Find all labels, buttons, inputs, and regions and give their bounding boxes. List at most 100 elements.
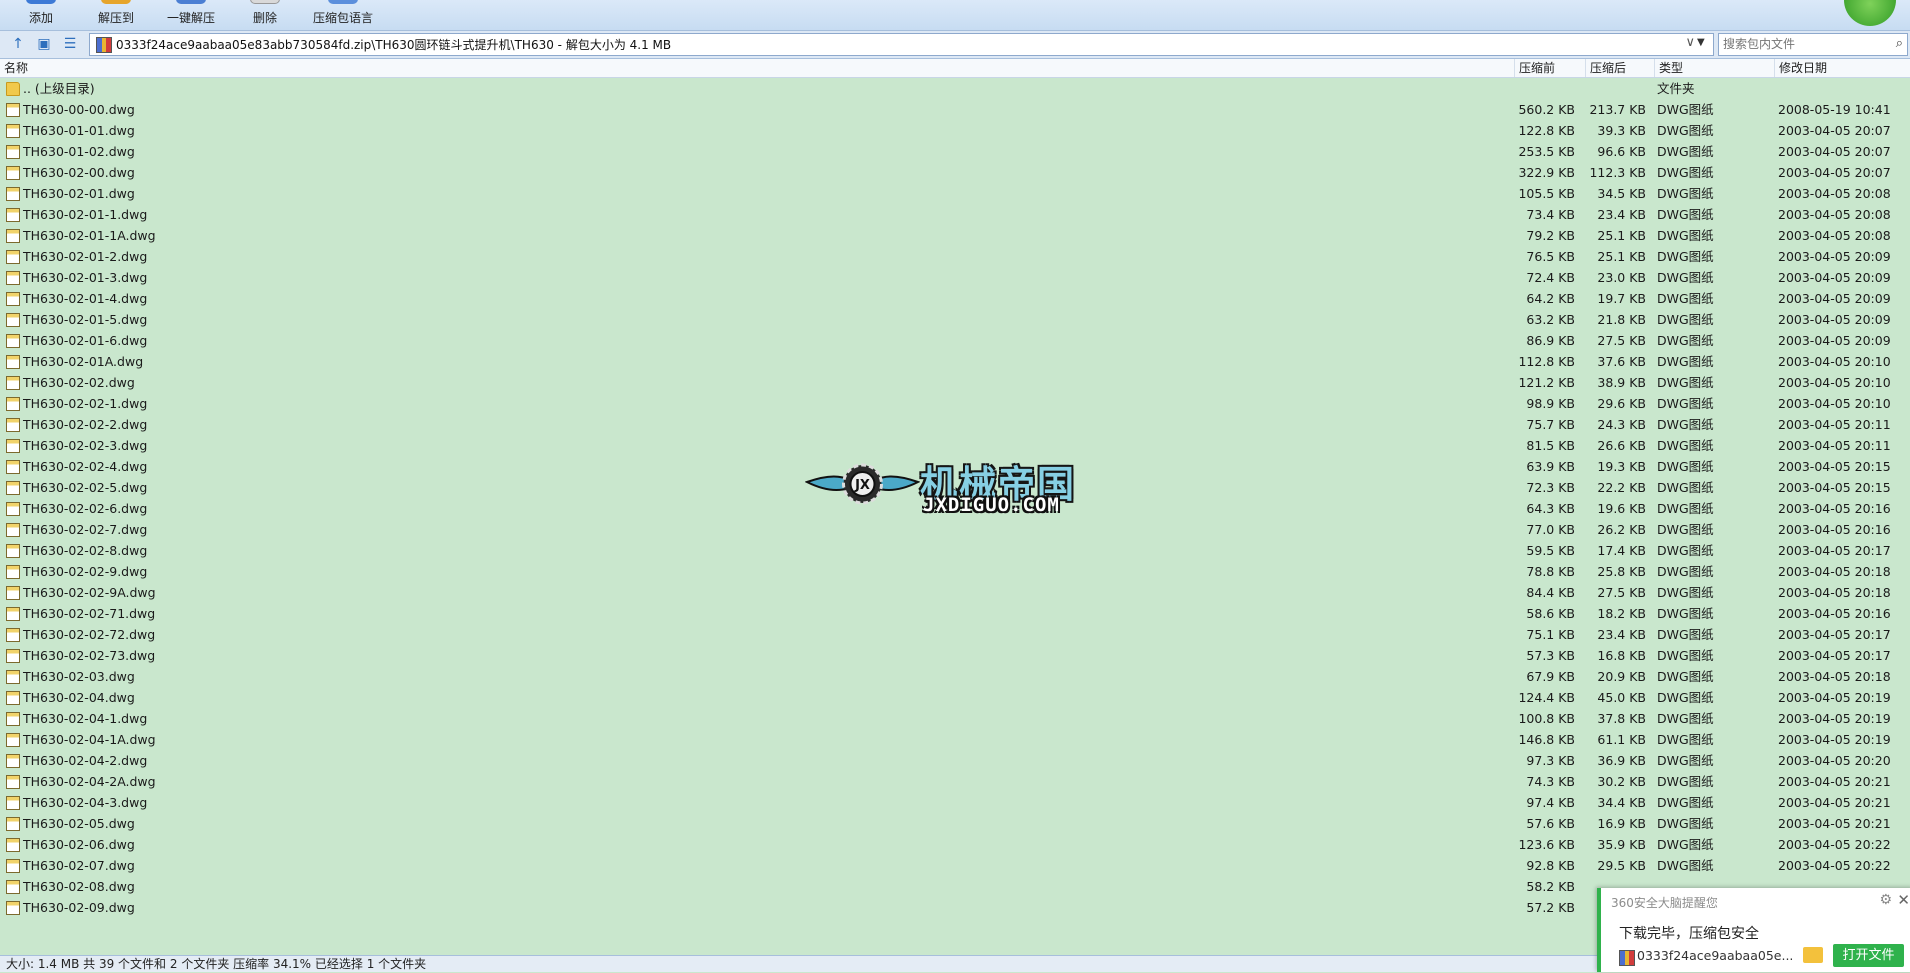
file-row[interactable]: TH630-00-00.dwg 560.2 KB 213.7 KB DWG图纸 2008… — [0, 99, 1910, 120]
open-file-button[interactable]: 打开文件 — [1833, 944, 1904, 967]
file-compressed-size: 27.5 KB — [1597, 585, 1646, 600]
file-modified: 2003-04-05 20:22 — [1778, 858, 1891, 873]
dwg-file-icon — [6, 544, 20, 558]
thumbnail-view-icon[interactable]: ▣ — [34, 34, 54, 54]
file-type: DWG图纸 — [1657, 417, 1714, 432]
archive-language-button[interactable]: 压缩包语言 — [303, 0, 383, 30]
file-row[interactable]: TH630-02-01-1.dwg 73.4 KB 23.4 KB DWG图纸 2003… — [0, 204, 1910, 225]
file-row[interactable]: TH630-02-04-3.dwg 97.4 KB 34.4 KB DWG图纸 2003… — [0, 792, 1910, 813]
one-click-extract-button[interactable]: 一键解压 — [153, 0, 229, 30]
file-row[interactable]: TH630-02-01A.dwg 112.8 KB 37.6 KB DWG图纸 2003… — [0, 351, 1910, 372]
address-bar: ↑ ▣ ☰ 0333f24ace9aabaa05e83abb730584fd.z… — [0, 31, 1910, 59]
path-history-icon[interactable]: ∨ — [1685, 35, 1695, 50]
file-row[interactable]: TH630-02-05.dwg 57.6 KB 16.9 KB DWG图纸 2003-0… — [0, 813, 1910, 834]
up-arrow-icon[interactable]: ↑ — [8, 34, 28, 54]
file-row[interactable]: TH630-02-04-2A.dwg 74.3 KB 30.2 KB DWG图纸 200… — [0, 771, 1910, 792]
file-row[interactable]: TH630-02-01-2.dwg 76.5 KB 25.1 KB DWG图纸 2003… — [0, 246, 1910, 267]
file-row[interactable]: TH630-02-02-2.dwg 75.7 KB 24.3 KB DWG图纸 2003… — [0, 414, 1910, 435]
file-row[interactable]: TH630-02-01-4.dwg 64.2 KB 19.7 KB DWG图纸 2003… — [0, 288, 1910, 309]
file-row[interactable]: TH630-02-01-5.dwg 63.2 KB 21.8 KB DWG图纸 2003… — [0, 309, 1910, 330]
file-row[interactable]: TH630-02-02-1.dwg 98.9 KB 29.6 KB DWG图纸 2003… — [0, 393, 1910, 414]
delete-button[interactable]: 删除 — [227, 0, 303, 30]
one-click-extract-icon — [176, 0, 206, 4]
column-packed[interactable]: 压缩前 — [1514, 59, 1585, 77]
dwg-file-icon — [6, 229, 20, 243]
file-type: DWG图纸 — [1657, 753, 1714, 768]
file-row[interactable]: TH630-02-02-9.dwg 78.8 KB 25.8 KB DWG图纸 2003… — [0, 561, 1910, 582]
gear-icon[interactable]: ⚙ — [1879, 892, 1892, 908]
file-type: DWG图纸 — [1657, 186, 1714, 201]
file-row[interactable]: TH630-02-04-2.dwg 97.3 KB 36.9 KB DWG图纸 2003… — [0, 750, 1910, 771]
file-packed-size: 122.8 KB — [1518, 123, 1575, 138]
dwg-file-icon — [6, 586, 20, 600]
search-icon[interactable]: ⌕ — [1896, 36, 1903, 51]
file-compressed-size: 16.8 KB — [1597, 648, 1646, 663]
file-compressed-size: 34.4 KB — [1597, 795, 1646, 810]
file-name: TH630-02-01-4.dwg — [23, 291, 148, 306]
parent-directory-row[interactable]: .. (上级目录) 文件夹 — [0, 78, 1910, 99]
file-row[interactable]: TH630-02-02-9A.dwg 84.4 KB 27.5 KB DWG图纸 200… — [0, 582, 1910, 603]
file-packed-size: 57.2 KB — [1526, 900, 1575, 915]
file-row[interactable]: TH630-02-02-71.dwg 58.6 KB 18.2 KB DWG图纸 200… — [0, 603, 1910, 624]
chevron-down-icon[interactable]: ▼ — [1697, 37, 1705, 48]
file-compressed-size: 25.1 KB — [1597, 249, 1646, 264]
file-row[interactable]: TH630-02-01-3.dwg 72.4 KB 23.0 KB DWG图纸 2003… — [0, 267, 1910, 288]
column-name[interactable]: 名称 — [0, 59, 1514, 77]
file-packed-size: 78.8 KB — [1526, 564, 1575, 579]
file-compressed-size: 37.8 KB — [1597, 711, 1646, 726]
file-row[interactable]: TH630-01-01.dwg 122.8 KB 39.3 KB DWG图纸 2003-… — [0, 120, 1910, 141]
file-modified: 2003-04-05 20:21 — [1778, 795, 1891, 810]
file-modified: 2003-04-05 20:09 — [1778, 333, 1891, 348]
file-row[interactable]: TH630-02-02.dwg 121.2 KB 38.9 KB DWG图纸 2003-… — [0, 372, 1910, 393]
file-packed-size: 75.7 KB — [1526, 417, 1575, 432]
dwg-file-icon — [6, 124, 20, 138]
search-input[interactable] — [1719, 34, 1887, 53]
file-name: TH630-02-09.dwg — [23, 900, 135, 915]
file-row[interactable]: TH630-02-01-6.dwg 86.9 KB 27.5 KB DWG图纸 2003… — [0, 330, 1910, 351]
close-icon[interactable]: ✕ — [1897, 891, 1910, 909]
file-row[interactable]: TH630-02-03.dwg 67.9 KB 20.9 KB DWG图纸 2003-0… — [0, 666, 1910, 687]
dwg-file-icon — [6, 775, 20, 789]
list-view-icon[interactable]: ☰ — [60, 34, 80, 54]
file-packed-size: 67.9 KB — [1526, 669, 1575, 684]
column-compressed[interactable]: 压缩后 — [1585, 59, 1654, 77]
extract-to-icon — [101, 0, 131, 4]
file-compressed-size: 45.0 KB — [1597, 690, 1646, 705]
file-row[interactable]: TH630-02-02-72.dwg 75.1 KB 23.4 KB DWG图纸 200… — [0, 624, 1910, 645]
path-field[interactable]: 0333f24ace9aabaa05e83abb730584fd.zip\TH6… — [89, 33, 1714, 56]
file-row[interactable]: TH630-02-00.dwg 322.9 KB 112.3 KB DWG图纸 2003… — [0, 162, 1910, 183]
file-row[interactable]: TH630-02-06.dwg 123.6 KB 35.9 KB DWG图纸 2003-… — [0, 834, 1910, 855]
file-compressed-size: 22.2 KB — [1597, 480, 1646, 495]
file-modified: 2003-04-05 20:21 — [1778, 774, 1891, 789]
column-modified[interactable]: 修改日期 — [1774, 59, 1910, 77]
file-modified: 2003-04-05 20:15 — [1778, 459, 1891, 474]
toolbar: 添加 解压到 一键解压 删除 压缩包语言 — [0, 0, 1910, 31]
file-modified: 2003-04-05 20:19 — [1778, 732, 1891, 747]
file-row[interactable]: TH630-02-02-8.dwg 59.5 KB 17.4 KB DWG图纸 2003… — [0, 540, 1910, 561]
file-name: TH630-02-02-8.dwg — [23, 543, 148, 558]
file-row[interactable]: TH630-02-04-1.dwg 100.8 KB 37.8 KB DWG图纸 200… — [0, 708, 1910, 729]
file-row[interactable]: TH630-02-02-3.dwg 81.5 KB 26.6 KB DWG图纸 2003… — [0, 435, 1910, 456]
file-row[interactable]: TH630-02-07.dwg 92.8 KB 29.5 KB DWG图纸 2003-0… — [0, 855, 1910, 876]
file-row[interactable]: TH630-02-01-1A.dwg 79.2 KB 25.1 KB DWG图纸 200… — [0, 225, 1910, 246]
open-folder-icon[interactable] — [1803, 947, 1823, 963]
column-type[interactable]: 类型 — [1654, 59, 1774, 77]
file-row[interactable]: TH630-02-01.dwg 105.5 KB 34.5 KB DWG图纸 2003-… — [0, 183, 1910, 204]
file-row[interactable]: TH630-02-02-7.dwg 77.0 KB 26.2 KB DWG图纸 2003… — [0, 519, 1910, 540]
file-type: DWG图纸 — [1657, 144, 1714, 159]
file-row[interactable]: TH630-01-02.dwg 253.5 KB 96.6 KB DWG图纸 2003-… — [0, 141, 1910, 162]
dwg-file-icon — [6, 376, 20, 390]
file-type: DWG图纸 — [1657, 165, 1714, 180]
extract-to-button[interactable]: 解压到 — [78, 0, 154, 30]
file-modified: 2003-04-05 20:11 — [1778, 438, 1891, 453]
security-shield-icon[interactable] — [1844, 0, 1896, 26]
file-row[interactable]: TH630-02-02-73.dwg 57.3 KB 16.8 KB DWG图纸 200… — [0, 645, 1910, 666]
file-modified: 2003-04-05 20:09 — [1778, 312, 1891, 327]
file-packed-size: 76.5 KB — [1526, 249, 1575, 264]
zip-archive-icon — [96, 36, 112, 53]
dwg-file-icon — [6, 670, 20, 684]
file-row[interactable]: TH630-02-04.dwg 124.4 KB 45.0 KB DWG图纸 2003-… — [0, 687, 1910, 708]
file-row[interactable]: TH630-02-04-1A.dwg 146.8 KB 61.1 KB DWG图纸 20… — [0, 729, 1910, 750]
file-type: DWG图纸 — [1657, 396, 1714, 411]
add-button[interactable]: 添加 — [3, 0, 79, 30]
